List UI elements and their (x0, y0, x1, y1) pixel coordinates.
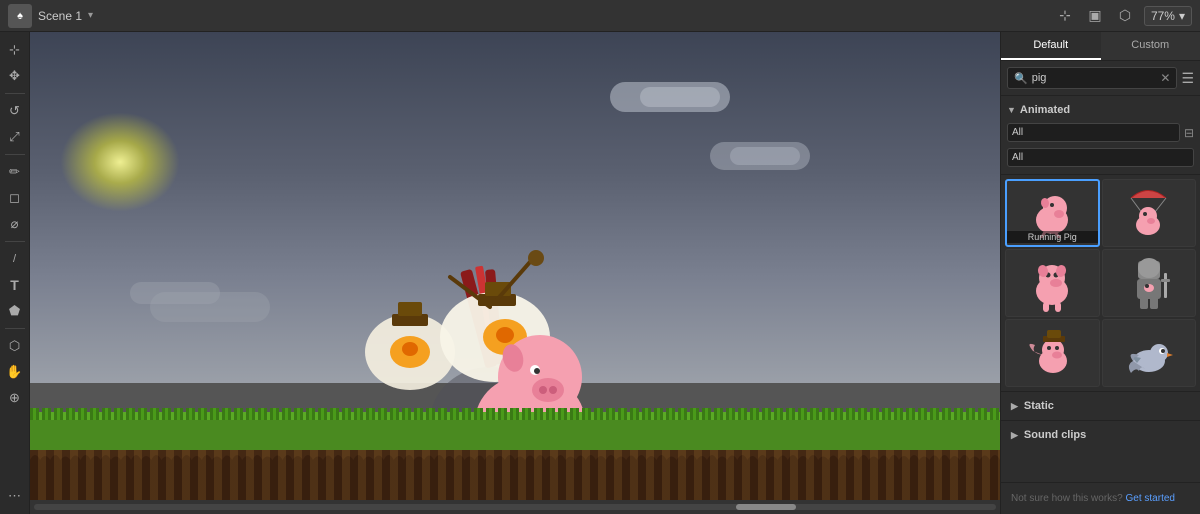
paint-tool[interactable]: ✏ (3, 160, 27, 184)
zoom-dropdown-arrow[interactable]: ▾ (1179, 9, 1185, 23)
help-text-content: Not sure how this works? (1011, 493, 1123, 504)
filter-row-2: All (1007, 145, 1194, 170)
rotate-tool[interactable]: ↺ (3, 99, 27, 123)
tool-separator-1 (5, 93, 25, 94)
sound-clips-section-expander[interactable]: ▶ Sound clips (1001, 420, 1200, 449)
toolbar-icon-3[interactable]: ⬡ (1114, 5, 1136, 27)
tool-separator-2 (5, 154, 25, 155)
scene-label: Scene 1 (38, 9, 82, 23)
hand-tool[interactable]: ✋ (3, 360, 27, 384)
animated-category-header[interactable]: ▼ Animated (1007, 100, 1194, 120)
help-text: Not sure how this works? Get started (1001, 482, 1200, 514)
sun-glow (60, 112, 180, 212)
ground-grass (30, 420, 1000, 450)
zoom-tool[interactable]: ⊕ (3, 386, 27, 410)
filter-icon-1[interactable]: ⊟ (1184, 126, 1194, 140)
select-tool[interactable]: ⊹ (3, 38, 27, 62)
dirt-roots (30, 450, 1000, 500)
text-tool[interactable]: T (3, 273, 27, 297)
search-icon: 🔍 (1014, 72, 1028, 85)
cloud-2 (640, 87, 720, 107)
animated-label: Animated (1020, 104, 1070, 116)
tool-separator-4 (5, 328, 25, 329)
ground-layer (30, 420, 1000, 500)
asset-item-3[interactable] (1005, 249, 1100, 317)
canvas-viewport[interactable]: ✛ (30, 32, 1000, 500)
top-bar: ♠ Scene 1 ▾ ⊹ ▣ ⬡ 77% ▾ (0, 0, 1200, 32)
bird-svg (1121, 323, 1176, 383)
canvas-scrollbar[interactable] (30, 500, 1000, 514)
left-toolbar: ⊹ ✥ ↺ ⤢ ✏ ◻ ⌀ / T ⬟ ⬡ ✋ ⊕ ⋯ (0, 32, 30, 514)
scrollbar-track[interactable] (34, 504, 996, 510)
animated-section: ▼ Animated All ⊟ All (1001, 96, 1200, 175)
sound-clips-arrow-icon: ▶ (1011, 430, 1018, 441)
cloud-4 (730, 147, 800, 165)
search-input-wrap: 🔍 ✕ (1007, 67, 1177, 89)
clear-search-button[interactable]: ✕ (1160, 71, 1170, 85)
fill-tool[interactable]: ⬟ (3, 299, 27, 323)
asset-item-2[interactable] (1102, 179, 1197, 247)
static-section-expander[interactable]: ▶ Static (1001, 391, 1200, 420)
zoom-value: 77% (1151, 9, 1175, 23)
zoom-control[interactable]: 77% ▾ (1144, 6, 1192, 26)
filter-select-2[interactable]: All (1007, 148, 1194, 167)
camera-tool[interactable]: ⬡ (3, 334, 27, 358)
tool-separator-3 (5, 241, 25, 242)
eraser-tool[interactable]: ◻ (3, 186, 27, 210)
pig-knight-svg (1121, 253, 1176, 313)
tab-default[interactable]: Default (1001, 32, 1101, 60)
asset-grid: Running Pig (1001, 175, 1200, 391)
cloud-6 (150, 292, 270, 322)
get-started-link[interactable]: Get started (1126, 493, 1175, 504)
asset-item-6[interactable] (1102, 319, 1197, 387)
scene-dropdown-arrow[interactable]: ▾ (88, 10, 93, 21)
scale-tool[interactable]: ⤢ (3, 125, 27, 149)
main-content: ⊹ ✥ ↺ ⤢ ✏ ◻ ⌀ / T ⬟ ⬡ ✋ ⊕ ⋯ (0, 32, 1200, 514)
filter-select-1[interactable]: All (1007, 123, 1180, 142)
scrollbar-thumb[interactable] (736, 504, 796, 510)
asset-item-4[interactable] (1102, 249, 1197, 317)
search-bar: 🔍 ✕ ☰ (1001, 61, 1200, 96)
static-label: Static (1024, 400, 1054, 412)
canvas-area: ✛ (30, 32, 1000, 514)
eyedropper-tool[interactable]: ⌀ (3, 212, 27, 236)
pig-flying-svg (1025, 323, 1080, 383)
asset-item-5[interactable] (1005, 319, 1100, 387)
pig-standing-svg (1025, 253, 1080, 313)
static-arrow-icon: ▶ (1011, 401, 1018, 412)
move-tool[interactable]: ✥ (3, 64, 27, 88)
pig-parachute-svg (1121, 183, 1176, 243)
top-bar-left: ♠ Scene 1 ▾ (8, 4, 93, 28)
toolbar-icon-2[interactable]: ▣ (1084, 5, 1106, 27)
ground-dirt (30, 450, 1000, 500)
pen-tool[interactable]: / (3, 247, 27, 271)
asset-item-1-label: Running Pig (1007, 231, 1098, 243)
top-bar-right: ⊹ ▣ ⬡ 77% ▾ (1054, 5, 1192, 27)
asset-item-1[interactable]: Running Pig (1005, 179, 1100, 247)
panel-tabs: Default Custom (1001, 32, 1200, 61)
filter-row-1: All ⊟ (1007, 120, 1194, 145)
animated-arrow-icon: ▼ (1007, 105, 1016, 115)
sound-clips-label: Sound clips (1024, 429, 1086, 441)
right-panel: Default Custom 🔍 ✕ ☰ ▼ Animated All ⊟ (1000, 32, 1200, 514)
tab-custom[interactable]: Custom (1101, 32, 1200, 60)
list-view-button[interactable]: ☰ (1181, 70, 1194, 87)
app-logo: ♠ (8, 4, 32, 28)
toolbar-icon-1[interactable]: ⊹ (1054, 5, 1076, 27)
more-tool[interactable]: ⋯ (3, 484, 27, 508)
search-input[interactable] (1032, 72, 1157, 84)
